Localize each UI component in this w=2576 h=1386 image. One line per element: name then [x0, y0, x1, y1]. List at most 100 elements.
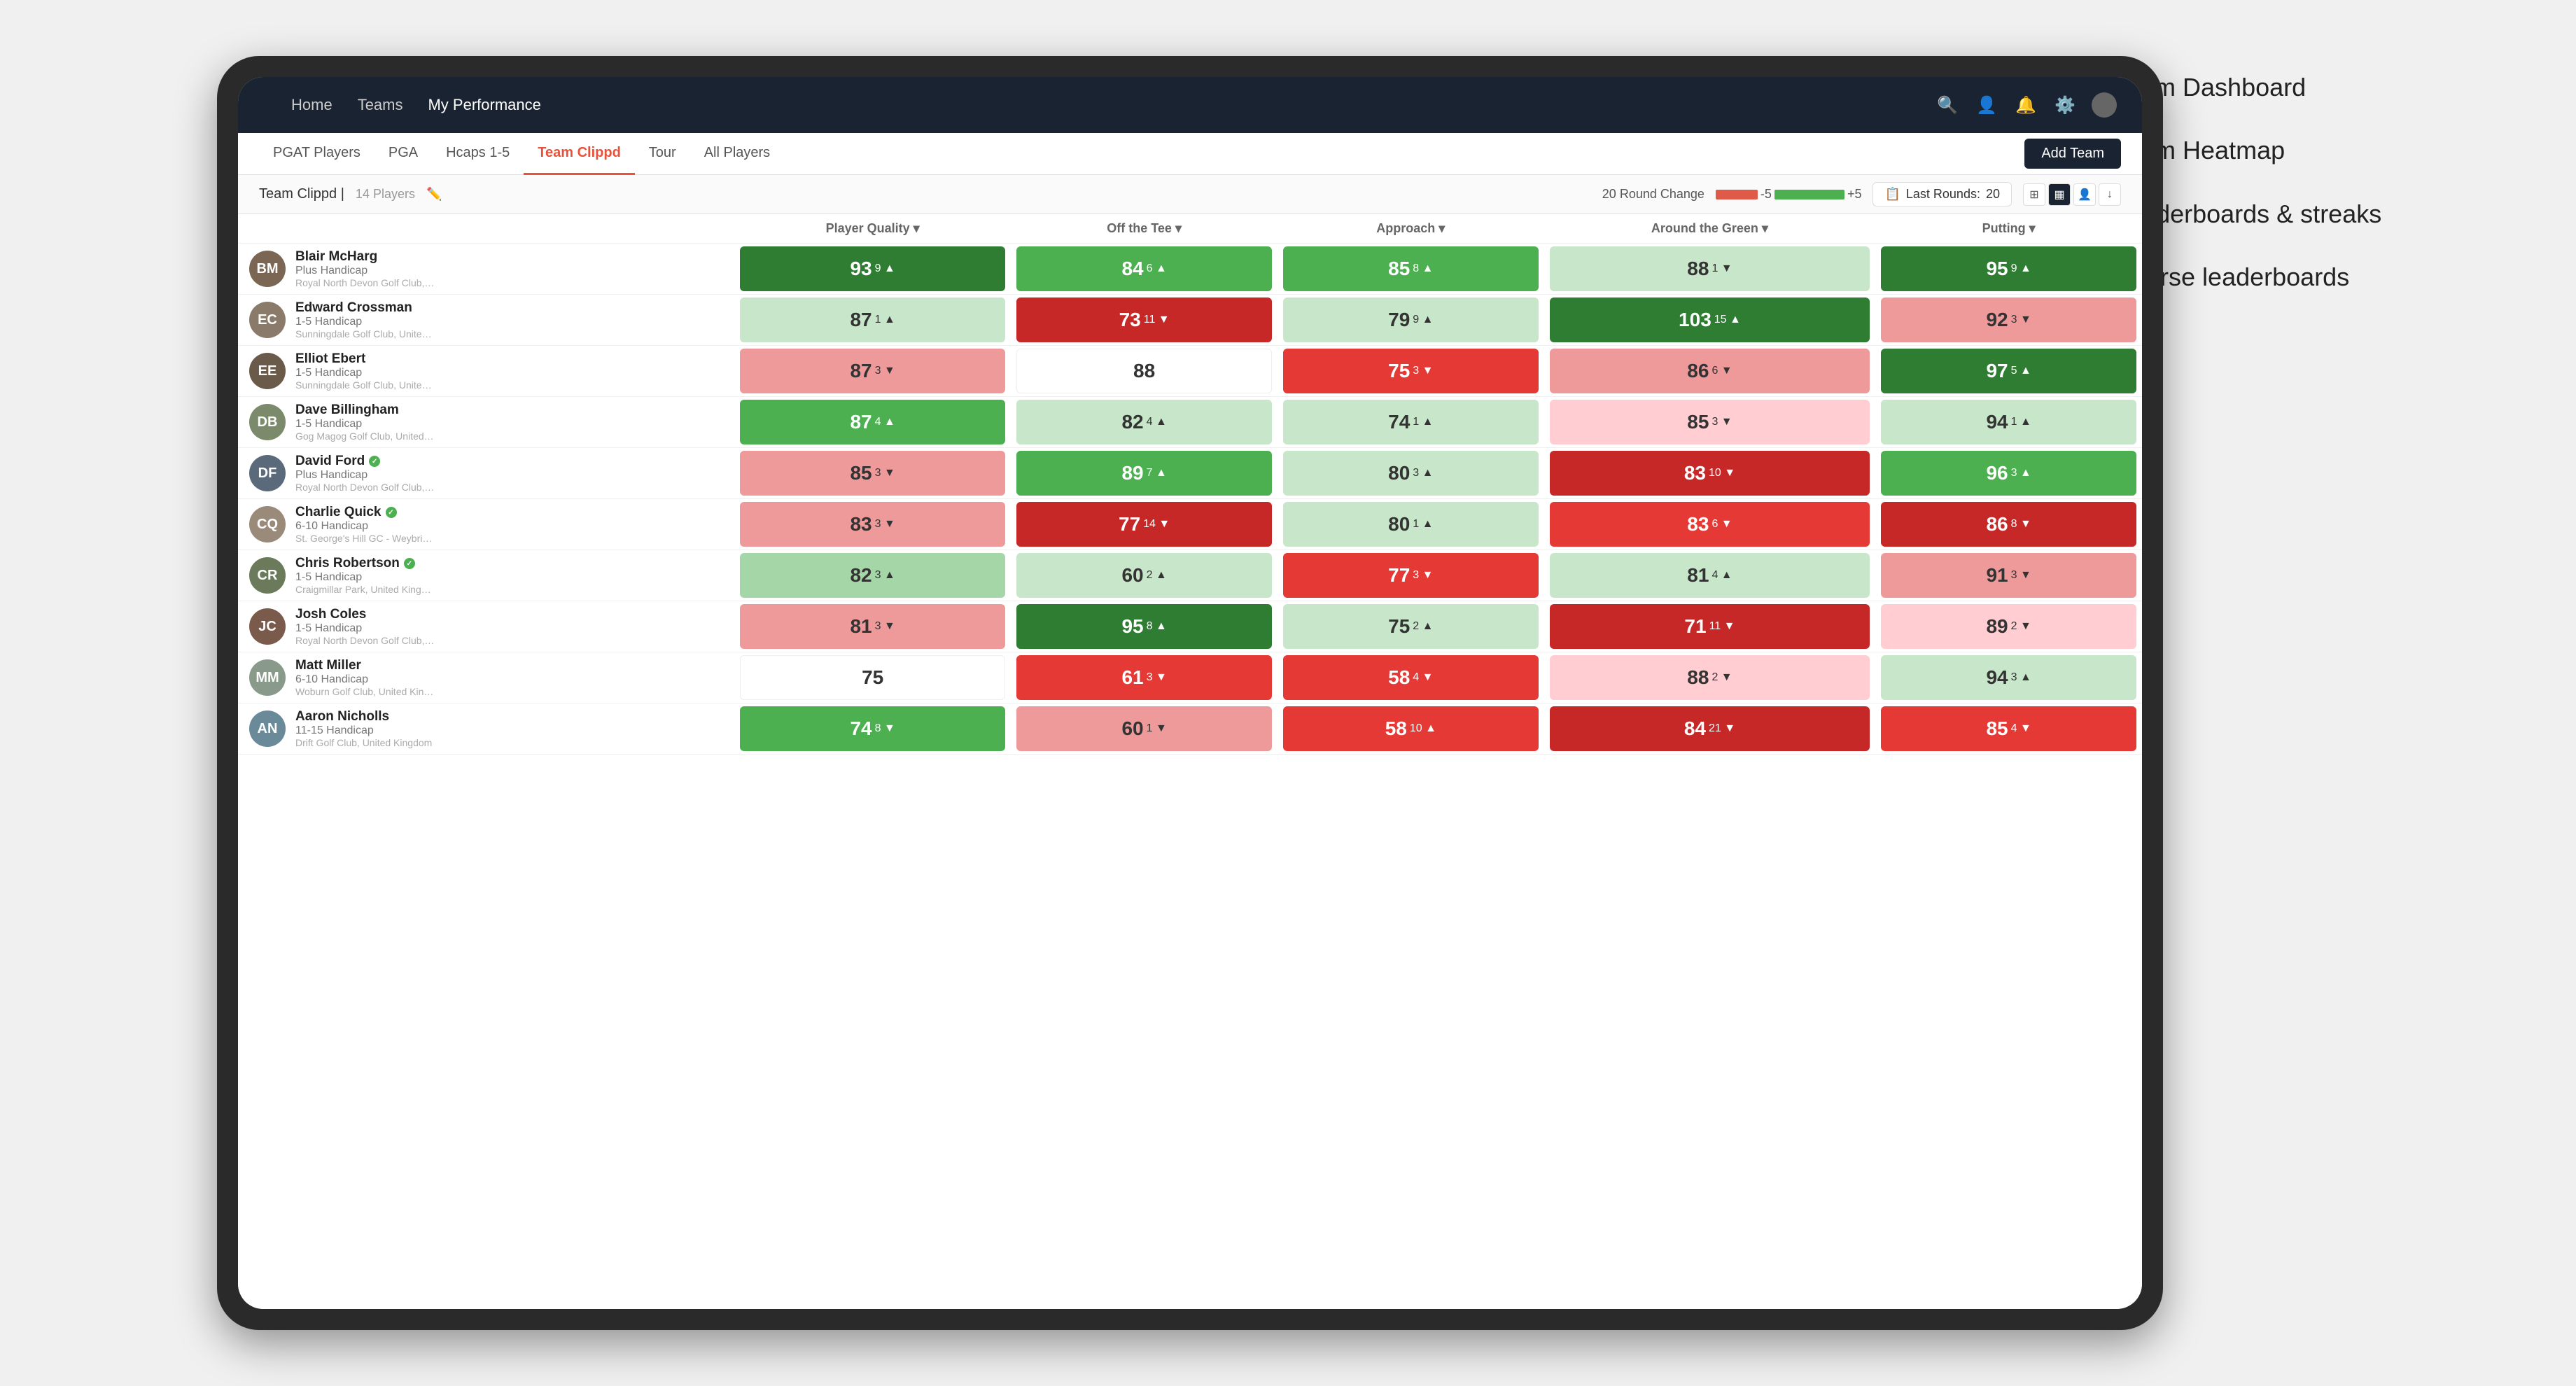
player-cell-2[interactable]: EEElliot Ebert1-5 HandicapSunningdale Go…	[238, 346, 734, 397]
player-cell-8[interactable]: MMMatt Miller6-10 HandicapWoburn Golf Cl…	[238, 652, 734, 704]
player-avatar: MM	[249, 659, 286, 696]
edit-icon[interactable]: ✏️	[426, 187, 442, 202]
metric-cell-0-3: 881 ▼	[1544, 244, 1876, 295]
tab-pgat-players[interactable]: PGAT Players	[259, 133, 374, 175]
last-rounds-button[interactable]: 📋 Last Rounds: 20	[1872, 182, 2012, 206]
nav-link-teams[interactable]: Teams	[358, 96, 403, 114]
verified-badge: ✓	[369, 456, 380, 467]
tab-all-players[interactable]: All Players	[690, 133, 784, 175]
player-cell-3[interactable]: DBDave Billingham1-5 HandicapGog Magog G…	[238, 397, 734, 448]
player-avatar: EC	[249, 302, 286, 338]
annotation-list-item: Leaderboards & streaks	[2114, 197, 2534, 232]
metric-value: 80	[1388, 462, 1410, 484]
avatar[interactable]	[2092, 92, 2117, 118]
metric-change: 1 ▲	[875, 314, 895, 326]
table-row: JCJosh Coles1-5 HandicapRoyal North Devo…	[238, 601, 2142, 652]
tab-tour[interactable]: Tour	[635, 133, 690, 175]
annotation-list-item: Course leaderboards	[2114, 260, 2534, 295]
player-cell-0[interactable]: BMBlair McHargPlus HandicapRoyal North D…	[238, 244, 734, 295]
tablet-screen: Home Teams My Performance 🔍 👤 🔔 ⚙️ PGAT Pl…	[238, 77, 2142, 1309]
metric-cell-9-0: 748 ▼	[734, 704, 1011, 755]
metric-value: 60	[1121, 564, 1143, 587]
metric-change: 2 ▼	[2011, 620, 2031, 633]
metric-cell-8-4: 943 ▲	[1875, 652, 2142, 704]
player-cell-9[interactable]: ANAaron Nicholls11-15 HandicapDrift Golf…	[238, 704, 734, 755]
metric-cell-3-0: 874 ▲	[734, 397, 1011, 448]
heat-view-btn[interactable]: ▦	[2048, 183, 2071, 206]
player-club: Woburn Golf Club, United Kingdom	[295, 686, 435, 697]
metric-cell-4-1: 897 ▲	[1011, 448, 1278, 499]
metric-value: 88	[1687, 666, 1709, 689]
metric-cell-0-2: 858 ▲	[1278, 244, 1544, 295]
metric-value: 85	[1388, 258, 1410, 280]
tab-pga[interactable]: PGA	[374, 133, 432, 175]
player-cell-1[interactable]: ECEdward Crossman1-5 HandicapSunningdale…	[238, 295, 734, 346]
player-handicap: Plus Handicap	[295, 469, 723, 482]
bell-icon[interactable]: 🔔	[2013, 92, 2038, 118]
metric-change: 3 ▼	[2011, 314, 2031, 326]
metric-cell-6-4: 913 ▼	[1875, 550, 2142, 601]
player-cell-6[interactable]: CRChris Robertson✓1-5 HandicapCraigmilla…	[238, 550, 734, 601]
metric-cell-1-4: 923 ▼	[1875, 295, 2142, 346]
player-cell-4[interactable]: DFDavid Ford✓Plus HandicapRoyal North De…	[238, 448, 734, 499]
col-header-2[interactable]: Approach ▾	[1278, 214, 1544, 244]
player-avatar: DF	[249, 455, 286, 491]
nav-link-home[interactable]: Home	[291, 96, 332, 114]
tab-team-clippd[interactable]: Team Clippd	[524, 133, 635, 175]
metric-value: 73	[1119, 309, 1141, 331]
metric-cell-5-4: 868 ▼	[1875, 499, 2142, 550]
metric-value: 85	[1687, 411, 1709, 433]
metric-cell-7-0: 813 ▼	[734, 601, 1011, 652]
settings-icon[interactable]: ⚙️	[2052, 92, 2078, 118]
player-cell-5[interactable]: CQCharlie Quick✓6-10 HandicapSt. George'…	[238, 499, 734, 550]
metric-value: 83	[1684, 462, 1706, 484]
grid-view-btn[interactable]: ⊞	[2023, 183, 2045, 206]
metric-change: 14 ▼	[1143, 518, 1170, 531]
col-header-3[interactable]: Around the Green ▾	[1544, 214, 1876, 244]
metric-cell-5-0: 833 ▼	[734, 499, 1011, 550]
tab-hcaps-1-5[interactable]: Hcaps 1-5	[432, 133, 524, 175]
add-team-button[interactable]: Add Team	[2024, 139, 2121, 169]
metric-change: 4 ▲	[875, 416, 895, 428]
metric-value: 74	[1388, 411, 1410, 433]
metric-change: 3 ▼	[2011, 569, 2031, 582]
player-club: St. George's Hill GC - Weybridge - Surre…	[295, 533, 435, 544]
col-header-0[interactable]: Player Quality ▾	[734, 214, 1011, 244]
player-handicap: 1-5 Handicap	[295, 622, 723, 635]
metric-cell-1-1: 7311 ▼	[1011, 295, 1278, 346]
player-club: Royal North Devon Golf Club, United King…	[295, 482, 435, 493]
bar-plus: +5	[1847, 187, 1862, 202]
user-icon[interactable]: 👤	[1974, 92, 1999, 118]
metric-value: 89	[1121, 462, 1143, 484]
metric-change: 3 ▼	[875, 365, 895, 377]
metric-change: 10 ▼	[1709, 467, 1735, 479]
metric-cell-9-1: 601 ▼	[1011, 704, 1278, 755]
metric-change: 1 ▼	[1712, 262, 1732, 275]
metric-change: 10 ▲	[1410, 722, 1436, 735]
annotation-list-item: Team Heatmap	[2114, 133, 2534, 168]
metric-value: 74	[850, 718, 872, 740]
person-view-btn[interactable]: 👤	[2073, 183, 2096, 206]
search-icon[interactable]: 🔍	[1935, 92, 1960, 118]
player-avatar: BM	[249, 251, 286, 287]
col-header-4[interactable]: Putting ▾	[1875, 214, 2142, 244]
metric-change: 9 ▲	[1413, 314, 1433, 326]
data-table: Player Quality ▾Off the Tee ▾Approach ▾A…	[238, 214, 2142, 755]
player-handicap: 1-5 Handicap	[295, 367, 723, 379]
col-header-1[interactable]: Off the Tee ▾	[1011, 214, 1278, 244]
player-club: Royal North Devon Golf Club, United King…	[295, 635, 435, 646]
metric-cell-8-3: 882 ▼	[1544, 652, 1876, 704]
nav-links: Home Teams My Performance	[291, 96, 1935, 114]
metric-change: 2 ▼	[1712, 671, 1732, 684]
nav-link-my-performance[interactable]: My Performance	[428, 96, 540, 114]
download-btn[interactable]: ↓	[2099, 183, 2121, 206]
annotation-list: Team DashboardTeam HeatmapLeaderboards &…	[2114, 70, 2534, 295]
table-container[interactable]: Player Quality ▾Off the Tee ▾Approach ▾A…	[238, 214, 2142, 1309]
player-count: 14 Players	[356, 187, 415, 202]
metric-value: 93	[850, 258, 872, 280]
player-cell-7[interactable]: JCJosh Coles1-5 HandicapRoyal North Devo…	[238, 601, 734, 652]
metric-value: 58	[1385, 718, 1407, 740]
table-body: BMBlair McHargPlus HandicapRoyal North D…	[238, 244, 2142, 755]
metric-change: 11 ▼	[1144, 314, 1170, 326]
metric-value: 82	[850, 564, 872, 587]
